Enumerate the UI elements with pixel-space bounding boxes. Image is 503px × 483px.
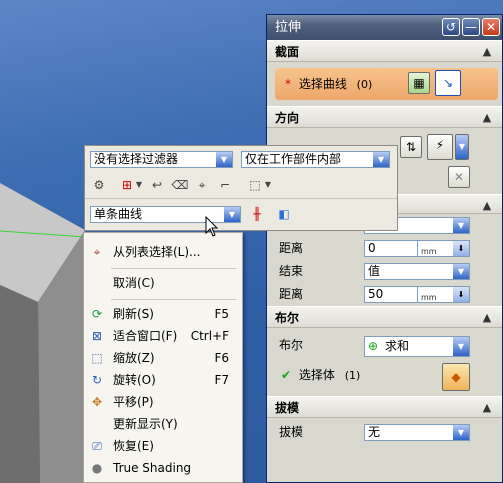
undo-icon[interactable]: ↩	[148, 176, 166, 194]
start-distance-input[interactable]: 0	[364, 240, 417, 257]
end-unit-box[interactable]: mm ⬇	[417, 286, 470, 303]
menu-item-cancel[interactable]: 取消(C)	[84, 272, 244, 294]
section-header-section[interactable]: 截面 ▲	[267, 40, 502, 62]
stop-at-intersection-icon[interactable]: ╫	[248, 205, 266, 223]
divider	[85, 198, 397, 199]
boolean-label: 布尔	[279, 338, 304, 352]
end-dropdown[interactable]: 值 ▼	[364, 263, 470, 280]
menu-separator	[111, 268, 236, 269]
chevron-down-icon: ▼	[373, 152, 389, 167]
restore-icon: ⎚	[92, 439, 102, 453]
collapse-icon[interactable]: ▲	[478, 310, 496, 326]
feature-filter-icon[interactable]: ⚙	[90, 176, 108, 194]
menu-item-refresh[interactable]: ⟳ 刷新(S) F5	[84, 303, 244, 325]
chevron-down-icon[interactable]: ▼	[263, 176, 273, 194]
collapse-icon[interactable]: ▲	[478, 110, 496, 126]
end-distance-input[interactable]: 50	[364, 286, 417, 303]
section-header-draft[interactable]: 拔模 ▲	[267, 396, 502, 418]
selection-filter-bar: 没有选择过滤器 ▼ 仅在工作部件内部 ▼ ⚙ ⊞ ▼ ↩ ⌫ ⌖ ⌐ ⬚ ▼ 单…	[84, 145, 398, 231]
solid-body-icon[interactable]: ◆	[442, 363, 470, 391]
arrow-down-icon[interactable]: ⬇	[453, 241, 469, 256]
required-star-icon: *	[285, 77, 291, 91]
menu-item-zoom[interactable]: ⬚ 缩放(Z) F6	[84, 347, 244, 369]
menu-item-restore[interactable]: ⎚ 恢复(E)	[84, 435, 244, 457]
menu-separator	[111, 299, 236, 300]
type-filter-dropdown[interactable]: 没有选择过滤器 ▼	[90, 151, 233, 168]
rotate-icon: ↻	[91, 373, 103, 387]
boolean-body: 布尔 ⊕ 求和 ▼ ✔ 选择体 (1) ◆	[267, 328, 502, 396]
collapse-icon[interactable]: ▲	[478, 198, 496, 214]
arrow-down-icon[interactable]: ⬇	[453, 287, 469, 302]
draft-dropdown[interactable]: 无 ▼	[364, 424, 470, 441]
shading-sphere-icon: ●	[91, 461, 103, 475]
select-body-row[interactable]: ✔ 选择体 (1)	[269, 364, 360, 387]
chevron-down-icon: ▼	[453, 425, 469, 440]
start-distance-label: 距离	[279, 241, 304, 255]
dialog-titlebar: 拉伸 ↺ — ✕	[267, 15, 502, 40]
menu-item-select-from-list[interactable]: ⌖ 从列表选择(L)...	[84, 241, 244, 263]
sketch-tool-icon[interactable]: ⌖	[193, 176, 211, 194]
zoom-icon: ⬚	[91, 351, 103, 365]
sketch-section-icon[interactable]: ▦	[408, 72, 430, 94]
refresh-icon: ⟳	[91, 307, 103, 321]
section-header-boolean[interactable]: 布尔 ▲	[267, 306, 502, 328]
curve-select-icon[interactable]: ↘	[435, 70, 461, 96]
menu-item-true-shading[interactable]: ● True Shading	[84, 457, 244, 479]
mouse-cursor-icon	[205, 216, 219, 237]
section-header-direction[interactable]: 方向 ▲	[267, 106, 502, 128]
vector-dropdown-icon[interactable]: ▼	[455, 134, 469, 160]
end-label: 结束	[279, 264, 304, 278]
reverse-direction-icon[interactable]: ⇅	[400, 136, 422, 158]
select-curve-count: (0)	[356, 78, 373, 91]
start-unit-box[interactable]: mm ⬇	[417, 240, 470, 257]
menu-item-rotate[interactable]: ↻ 旋转(O) F7	[84, 369, 244, 391]
select-curve-label: 选择曲线	[298, 77, 347, 91]
chevron-down-icon: ▼	[453, 337, 469, 356]
eraser-icon[interactable]: ⌫	[171, 176, 189, 194]
cancel-direction-icon[interactable]: ✕	[448, 166, 470, 188]
rectangle-select-icon[interactable]: ⬚	[246, 176, 264, 194]
scope-dropdown[interactable]: 仅在工作部件内部 ▼	[241, 151, 390, 168]
chevron-down-icon: ▼	[453, 218, 469, 233]
crop-icon[interactable]: ⌐	[216, 176, 234, 194]
extrude-dialog: 拉伸 ↺ — ✕ 截面 ▲ * 选择曲线 (0) ▦ ↘ 方向 ▲ ⇅ ⚡ ▼ …	[266, 14, 503, 483]
menu-item-update-display[interactable]: 更新显示(Y)	[84, 413, 244, 435]
minimize-icon[interactable]: —	[462, 18, 480, 36]
chevron-down-icon: ▼	[224, 207, 240, 222]
context-menu: ⌖ 从列表选择(L)... 取消(C) ⟳ 刷新(S) F5 ⊠ 适合窗口(F)…	[83, 232, 243, 483]
draft-label: 拔模	[279, 425, 304, 439]
draft-body: 拔模 无 ▼	[267, 418, 502, 448]
unite-icon: ⊕	[368, 339, 379, 353]
select-curve-row[interactable]: * 选择曲线 (0) ▦ ↘	[275, 68, 498, 100]
collapse-icon[interactable]: ▲	[478, 44, 496, 60]
chevron-down-icon: ▼	[216, 152, 232, 167]
reset-icon[interactable]: ↺	[442, 18, 460, 36]
menu-item-fit-window[interactable]: ⊠ 适合窗口(F) Ctrl+F	[84, 325, 244, 347]
close-icon[interactable]: ✕	[482, 18, 500, 36]
fit-window-icon: ⊠	[91, 329, 103, 343]
chevron-down-icon: ▼	[453, 264, 469, 279]
follow-fillet-icon[interactable]: ◧	[275, 205, 293, 223]
pan-icon: ✥	[91, 395, 103, 409]
collapse-icon[interactable]: ▲	[478, 400, 496, 416]
menu-item-pan[interactable]: ✥ 平移(P)	[84, 391, 244, 413]
crosshair-icon: ⌖	[93, 245, 101, 259]
vector-icon[interactable]: ⚡	[427, 134, 453, 160]
checkmark-icon: ✔	[281, 368, 292, 382]
model-front-face	[0, 285, 40, 483]
boolean-dropdown[interactable]: ⊕ 求和 ▼	[364, 336, 470, 357]
chevron-down-icon[interactable]: ▼	[134, 176, 144, 194]
dialog-title: 拉伸	[275, 20, 302, 35]
end-distance-label: 距离	[279, 287, 304, 301]
